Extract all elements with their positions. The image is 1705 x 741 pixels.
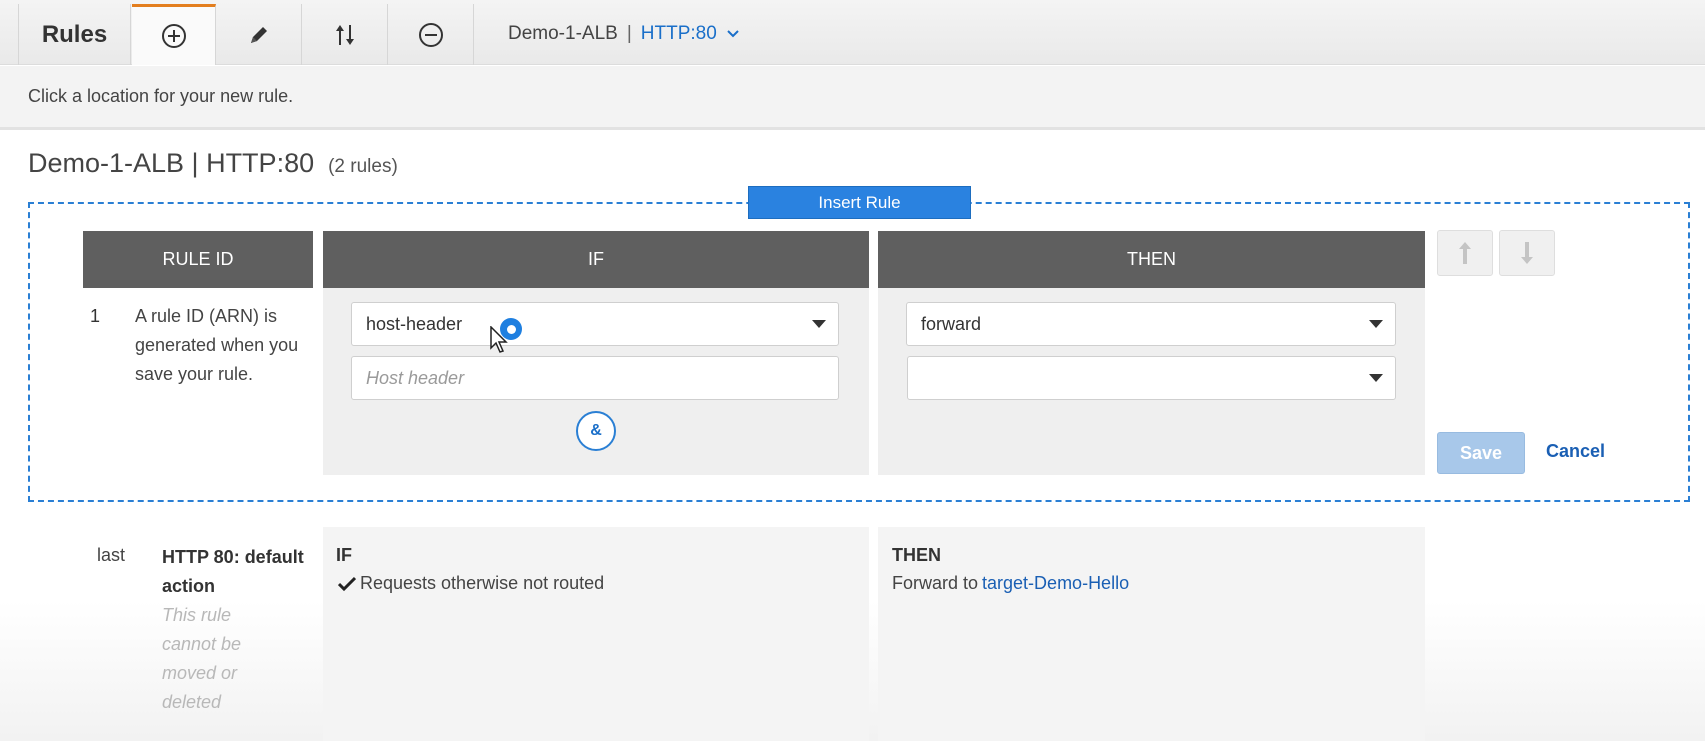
action-type-value: forward [921, 313, 982, 334]
mouse-pointer-icon [490, 326, 508, 353]
move-rule-up-button[interactable] [1437, 230, 1493, 276]
default-target-link[interactable]: target-Demo-Hello [982, 573, 1129, 594]
rule-id-header: RULE ID [83, 231, 313, 288]
then-header: THEN [878, 231, 1425, 288]
move-rule-down-button[interactable] [1499, 230, 1555, 276]
listener-port: HTTP:80 [640, 23, 717, 44]
remove-rule-tab[interactable] [388, 4, 474, 65]
rule-count: (2 rules) [328, 156, 398, 177]
default-condition: Requests otherwise not routed [338, 573, 604, 594]
up-down-arrows-icon [335, 24, 354, 45]
default-condition-text: Requests otherwise not routed [360, 573, 605, 593]
add-condition-button[interactable]: & [576, 411, 616, 451]
minus-circle-icon [418, 22, 443, 47]
default-action: Forward to target-Demo-Hello [892, 573, 1129, 594]
default-if-panel [323, 527, 869, 741]
edit-rule-tab[interactable] [216, 4, 302, 65]
action-type-select[interactable]: forward [906, 302, 1396, 346]
caret-down-icon [1369, 320, 1383, 328]
reorder-rules-tab[interactable] [302, 4, 388, 65]
default-then-panel [878, 527, 1425, 741]
rules-toolbar: Rules Demo-1-ALB | HTTP:80 [0, 0, 1705, 65]
default-rule-title: HTTP 80: default action [162, 547, 304, 596]
load-balancer-name: Demo-1-ALB [508, 23, 618, 44]
default-if-label: IF [336, 545, 352, 565]
default-then-label: THEN [892, 545, 941, 565]
new-rule-description: A rule ID (ARN) is generated when you sa… [135, 306, 299, 384]
arrow-down-icon [1521, 242, 1533, 264]
new-rule-number: 1 [90, 306, 101, 326]
target-group-select[interactable] [907, 356, 1396, 400]
chevron-down-icon [727, 30, 739, 38]
pencil-icon [250, 26, 267, 43]
rules-tab-title: Rules [18, 4, 131, 65]
instruction-bar: Click a location for your new rule. [0, 66, 1705, 130]
host-header-input[interactable] [351, 356, 839, 400]
listener-separator: | [626, 23, 632, 44]
add-rule-tab[interactable] [132, 4, 216, 65]
caret-down-icon [1369, 374, 1383, 382]
cancel-button[interactable]: Cancel [1546, 441, 1605, 462]
condition-type-value: host-header [366, 313, 463, 334]
save-button[interactable]: Save [1437, 432, 1525, 474]
if-header: IF [323, 231, 869, 288]
check-icon [338, 576, 356, 591]
default-rule-note: This rule cannot be moved or deleted [162, 605, 242, 712]
default-action-prefix: Forward to [892, 573, 979, 593]
caret-down-icon [812, 320, 826, 328]
instruction-text: Click a location for your new rule. [28, 86, 294, 106]
condition-type-select[interactable]: host-header [351, 302, 839, 346]
section-title: Demo-1-ALB | HTTP:80 (2 rules) [28, 148, 398, 179]
listener-selector[interactable]: Demo-1-ALB | HTTP:80 [508, 22, 739, 46]
rules-title: Rules [41, 20, 108, 48]
arrow-up-icon [1459, 242, 1471, 264]
insert-rule-button[interactable]: Insert Rule [748, 186, 971, 219]
plus-circle-icon [161, 24, 186, 48]
default-rule-number: last [97, 545, 126, 565]
listener-title: Demo-1-ALB | HTTP:80 [28, 148, 315, 178]
